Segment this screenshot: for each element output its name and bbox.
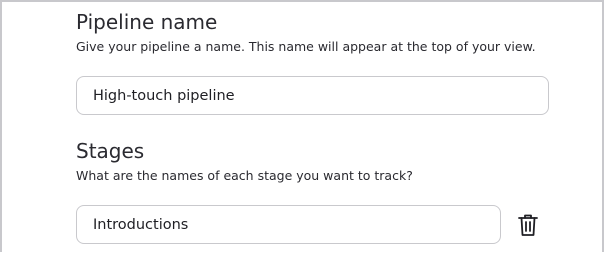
pipeline-name-input[interactable] [76, 76, 549, 115]
pipeline-name-section: Pipeline name Give your pipeline a name.… [76, 10, 536, 55]
pipeline-name-description: Give your pipeline a name. This name wil… [76, 39, 536, 54]
stages-description: What are the names of each stage you wan… [76, 168, 413, 183]
stages-heading: Stages [76, 139, 145, 163]
trash-icon[interactable] [517, 213, 539, 237]
stage-name-input[interactable] [76, 205, 501, 244]
stages-section: Stages What are the names of each stage … [76, 139, 413, 184]
pipeline-form: Pipeline name Give your pipeline a name.… [0, 0, 604, 252]
pipeline-name-heading: Pipeline name [76, 10, 218, 34]
